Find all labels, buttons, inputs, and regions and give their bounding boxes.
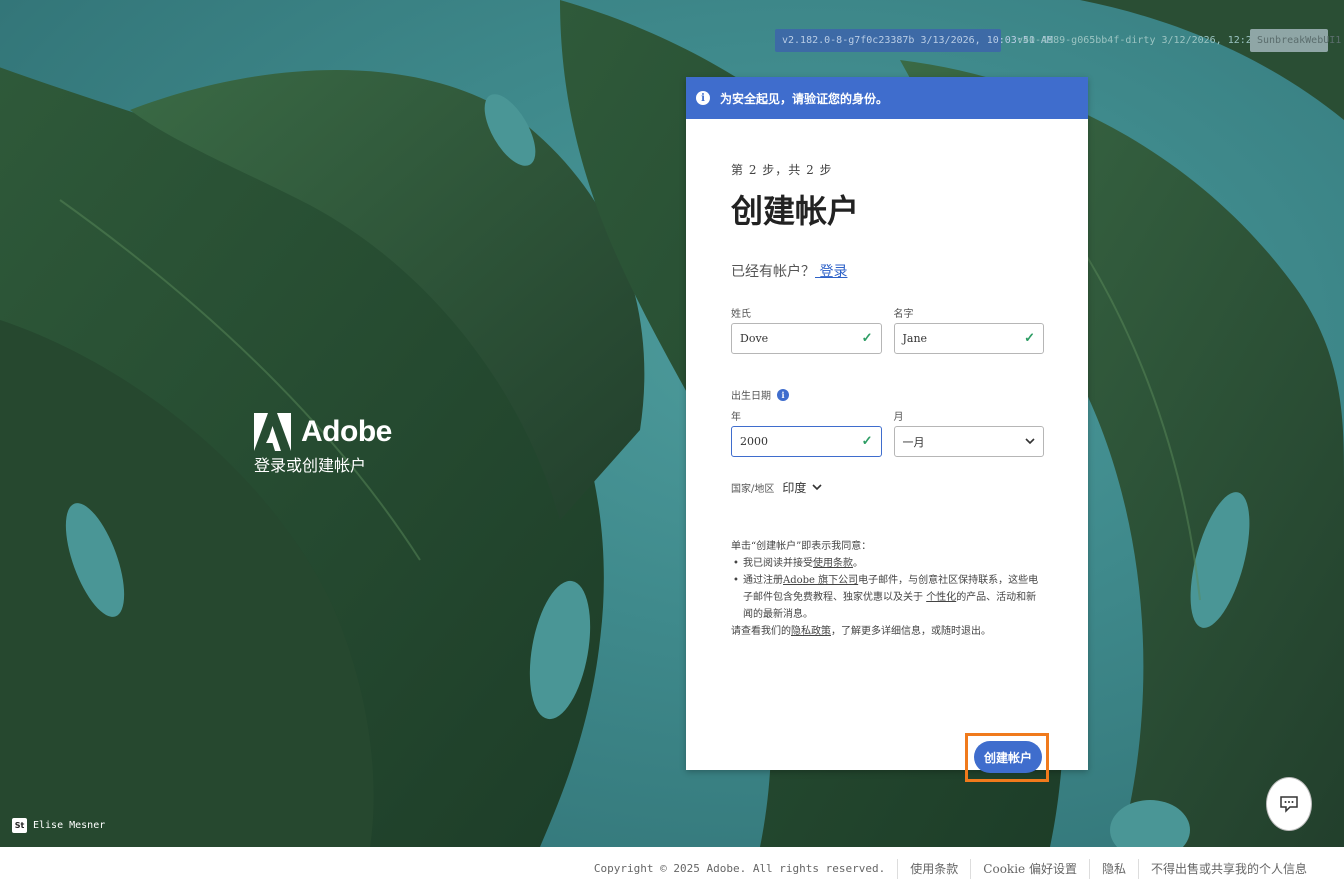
chevron-down-icon [812,484,822,491]
legal-text-segment: ，了解更多详细信息，或随时退出。 [831,626,991,637]
check-icon: ✓ [861,434,873,449]
last-name-field: 姓氏 Dove ✓ [731,305,882,354]
terms-link[interactable]: 使用条款 [813,558,853,569]
footer-terms-link[interactable]: 使用条款 [897,858,970,879]
footer-privacy-link[interactable]: 隐私 [1088,858,1138,879]
privacy-policy-link[interactable]: 隐私政策 [791,626,831,637]
info-icon: i [696,91,710,105]
first-name-field: 名字 Jane ✓ [893,305,1044,354]
year-label: 年 [731,412,741,423]
signin-link[interactable]: 登录 [815,264,847,280]
last-name-input[interactable]: Dove ✓ [731,323,882,354]
brand-tagline: 登录或创建帐户 [254,456,367,475]
footer: Copyright © 2025 Adobe. All rights reser… [0,847,1344,890]
legal-list: 我已阅读并接受使用条款。 通过注册Adobe 旗下公司电子邮件，与创意社区保持联… [731,555,1044,623]
background-image [0,0,1344,847]
adobe-logo-icon [254,413,291,451]
dob-label-row: 出生日期 i [731,387,1044,402]
month-value: 一月 [902,435,925,449]
have-account-text: 已经有帐户？ [731,264,815,280]
copyright-text: Copyright © 2025 Adobe. All rights reser… [593,861,886,875]
last-name-value: Dove [740,332,769,345]
footer-do-not-sell-link[interactable]: 不得出售或共享我的个人信息 [1137,858,1319,879]
legal-text-segment: 请查看我们的 [731,626,791,637]
month-field: 月 一月 [893,408,1044,457]
country-label: 国家/地区 [731,484,775,495]
have-account-line: 已经有帐户？ 登录 [731,261,1044,281]
adobe-companies-link[interactable]: Adobe 旗下公司 [783,575,858,586]
info-icon[interactable]: i [777,388,789,401]
photo-credit-name: Elise Mesner [33,820,106,831]
build-version-badge: v2.182.0-8-g7f0c23387b 3/13/2026, 10:03:… [775,29,1053,52]
security-notice-banner: i 为安全起见，请验证您的身份。 [686,77,1088,119]
year-input[interactable]: 2000 ✓ [731,426,882,457]
legal-outro: 请查看我们的隐私政策，了解更多详细信息，或随时退出。 [731,623,1044,640]
page-title: 创建帐户 [731,192,860,230]
first-name-value: Jane [902,332,928,345]
signup-card: i 为安全起见，请验证您的身份。 第 2 步，共 2 步 创建帐户 已经有帐户？… [686,77,1088,782]
chat-button[interactable] [1266,777,1312,831]
legal-item: 我已阅读并接受使用条款。 [731,555,1044,572]
month-label: 月 [893,412,904,423]
country-value: 印度 [782,481,807,495]
dob-label: 出生日期 [731,391,771,402]
dob-row: 年 2000 ✓ 月 一月 [731,408,1044,457]
country-row: 国家/地区 印度 [731,479,1044,496]
legal-item: 通过注册Adobe 旗下公司电子邮件，与创意社区保持联系，这些电子邮件包含免费教… [731,572,1044,623]
personalization-link[interactable]: 个性化 [926,592,956,603]
first-name-label: 名字 [893,309,914,320]
name-row: 姓氏 Dove ✓ 名字 Jane ✓ [731,305,1044,354]
first-name-input[interactable]: Jane ✓ [893,323,1044,354]
legal-text-segment: 通过注册 [743,575,783,586]
step-indicator: 第 2 步，共 2 步 [731,163,833,177]
build-version-badge-secondary: v40-4989-g065bb4f-dirty 3/12/2026, 12:29… [1017,35,1294,46]
photo-credit[interactable]: St Elise Mesner [12,818,105,833]
legal-text-segment: 我已阅读并接受 [743,558,813,569]
legal-text-segment: 。 [853,558,863,569]
create-account-highlight: 创建帐户 [965,733,1049,782]
chat-icon [1280,796,1298,813]
security-notice-text: 为安全起见，请验证您的身份。 [720,91,889,106]
monstera-leaves [0,0,1344,847]
adobe-stock-icon: St [12,818,27,833]
chevron-down-icon [1025,438,1035,445]
last-name-label: 姓氏 [731,309,751,320]
legal-intro: 单击“创建帐户”即表示我同意： [731,541,872,552]
country-select[interactable]: 印度 [782,479,822,496]
year-value: 2000 [740,435,768,448]
check-icon: ✓ [1024,331,1035,346]
year-field: 年 2000 ✓ [731,408,882,457]
check-icon: ✓ [861,331,873,346]
footer-cookie-link[interactable]: Cookie 偏好设置 [970,858,1089,879]
app-name-badge: SunbreakWebUI1 [1250,29,1341,52]
brand-name: Adobe [301,415,392,448]
brand-block: Adobe 登录或创建帐户 [254,413,392,476]
create-account-button[interactable]: 创建帐户 [974,741,1042,773]
legal-text: 单击“创建帐户”即表示我同意： 我已阅读并接受使用条款。 通过注册Adobe 旗… [731,538,1044,640]
month-select[interactable]: 一月 [893,426,1044,457]
